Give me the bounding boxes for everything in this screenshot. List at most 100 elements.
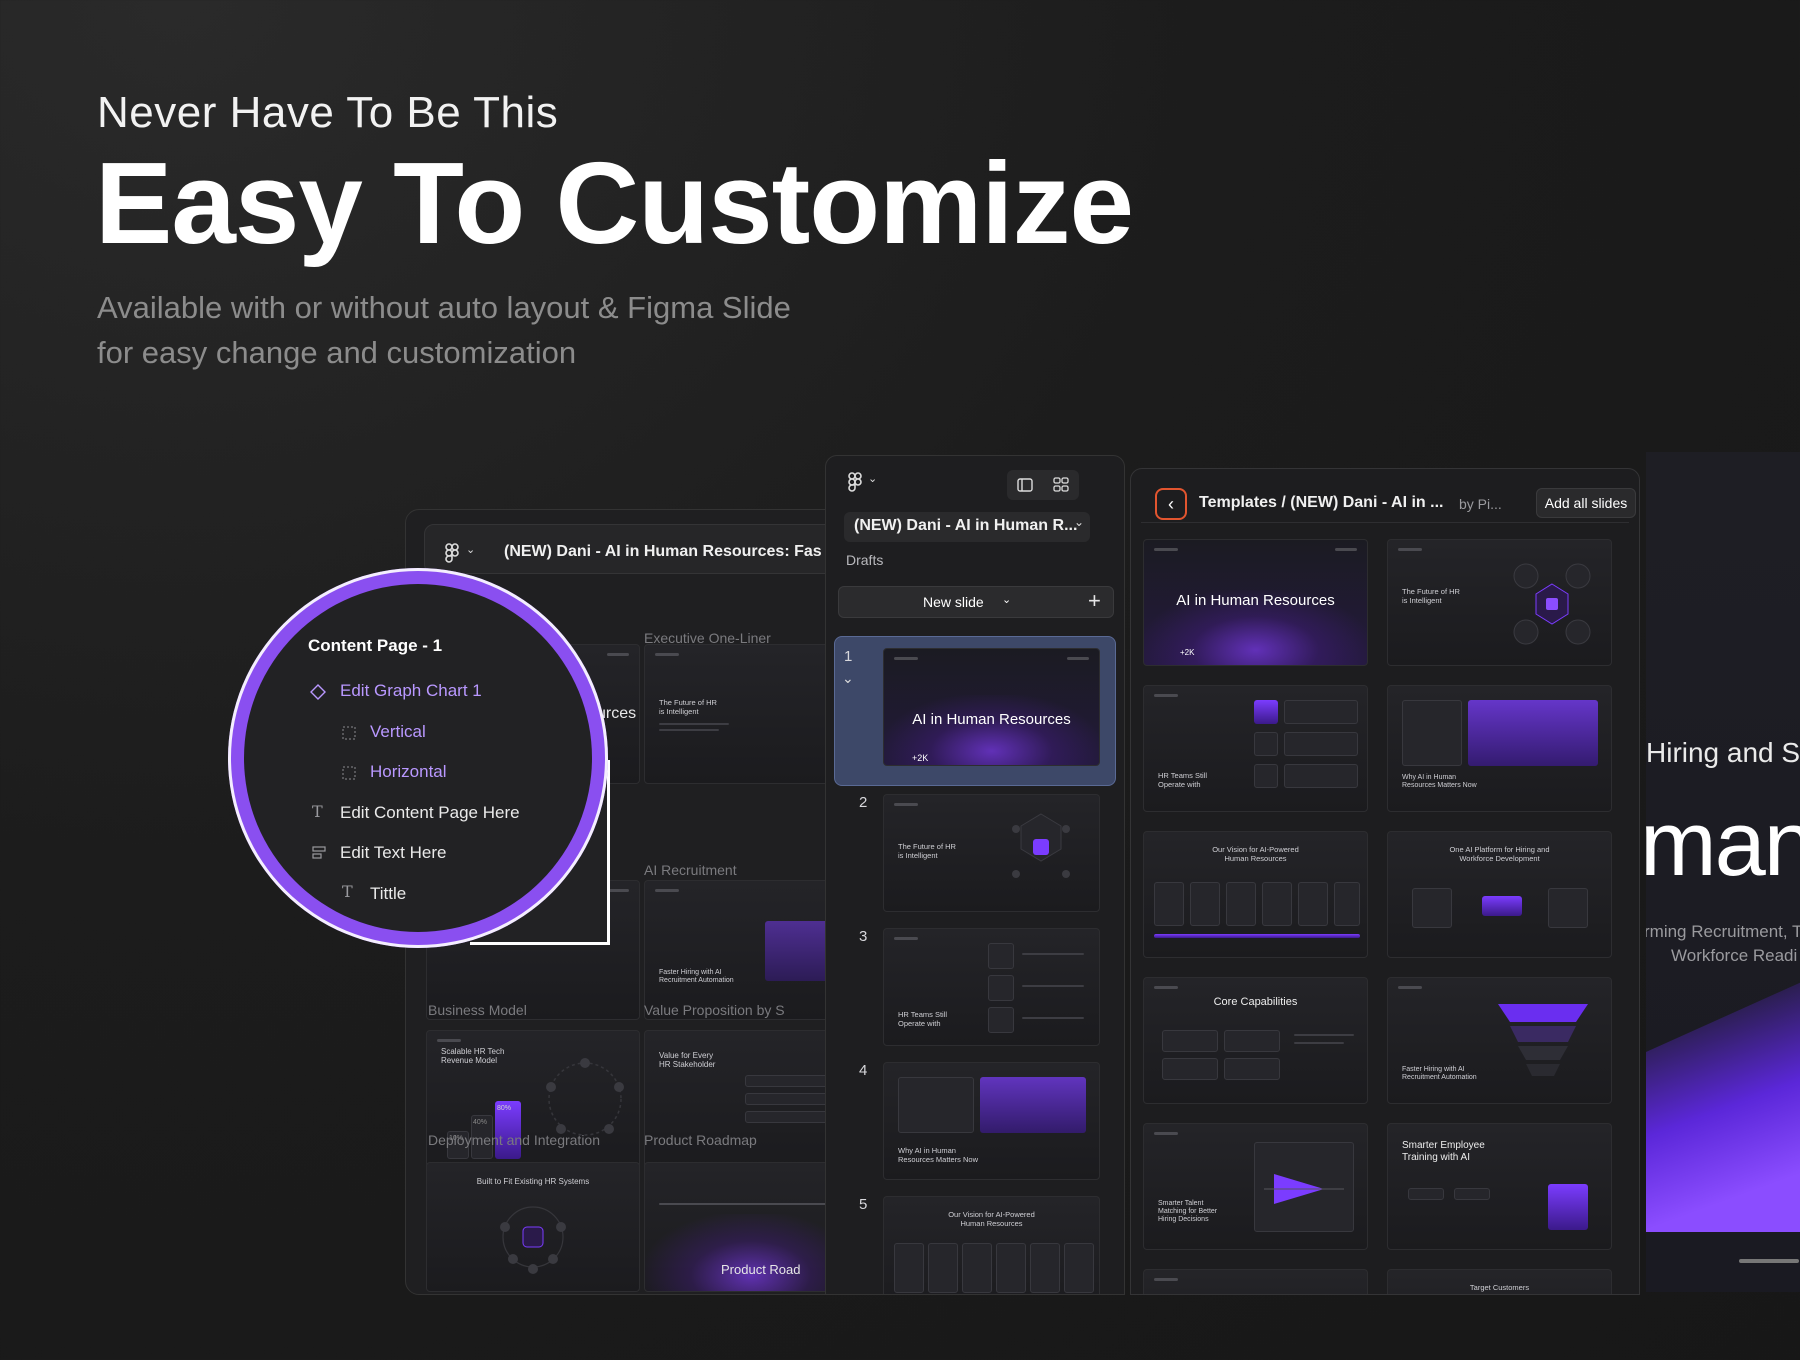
template-stat: +2K	[1180, 648, 1195, 657]
slide-title: Our Vision for AI-Powered Human Resource…	[948, 1210, 1035, 1228]
thumb-title: Scalable HR Tech Revenue Model	[441, 1047, 505, 1066]
slide-title: HR Teams Still Operate with	[898, 1010, 948, 1028]
slide-title: Why AI in Human Resources Matters Now	[898, 1146, 979, 1164]
slide-thumb[interactable]: Scalable HR Tech Revenue Model 80% 40% 1…	[426, 1030, 640, 1170]
layer-vertical[interactable]: Vertical	[370, 722, 426, 742]
bar-label: 80%	[497, 1105, 512, 1112]
template-thumb[interactable]: One AI Platform for Hiring and Workforce…	[1387, 831, 1612, 958]
layer-tittle[interactable]: Tittle	[370, 884, 406, 904]
template-thumb[interactable]: HR Teams Still Operate with	[1143, 685, 1368, 812]
figma-logo-icon[interactable]	[441, 543, 463, 565]
slide-heading-small: Hiring and S	[1646, 737, 1800, 768]
layer-content-page[interactable]: Content Page - 1	[308, 636, 442, 656]
add-all-slides-button[interactable]: Add all slides	[1536, 488, 1636, 518]
slide-number: 1	[844, 648, 853, 665]
section-label: Product Roadmap	[644, 1132, 757, 1148]
hero-subtitle-line1: Available with or without auto layout & …	[97, 290, 791, 325]
slide-thumb[interactable]: Our Vision for AI-Powered Human Resource…	[883, 1196, 1100, 1294]
slides-panel: ⌄ (NEW) Dani - AI in Human R... ⌄ Drafts…	[825, 455, 1125, 1295]
drafts-label: Drafts	[846, 552, 884, 568]
template-title: HR Teams Still Operate with	[1158, 771, 1208, 789]
layer-edit-text[interactable]: Edit Text Here	[340, 843, 446, 863]
section-label: Deployment and Integration	[428, 1132, 600, 1148]
thumb-title: Product Road	[721, 1262, 801, 1277]
template-title: Faster Hiring with AI Recruitment Automa…	[1402, 1066, 1477, 1082]
template-thumb[interactable]: Smarter Employee Training with AI	[1387, 1123, 1612, 1250]
section-label: AI Recruitment	[644, 862, 737, 878]
template-thumb[interactable]: Target Customers	[1387, 1269, 1612, 1294]
layer-horizontal[interactable]: Horizontal	[370, 762, 447, 782]
slide-number: 2	[859, 794, 868, 811]
layer-graph-chart[interactable]: Edit Graph Chart 1	[340, 681, 482, 701]
template-thumb[interactable]: AI in Human Resources +2K	[1143, 539, 1368, 666]
slide-number: 4	[859, 1062, 868, 1079]
chevron-down-icon[interactable]: ⌄	[1002, 593, 1011, 606]
template-thumb[interactable]: Our Vision for AI-Powered Human Resource…	[1143, 831, 1368, 958]
slide-heading-large: man	[1646, 793, 1800, 895]
single-view-icon[interactable]	[1016, 476, 1034, 494]
slide-glow-decoration	[1646, 962, 1800, 1232]
template-title: Our Vision for AI-Powered Human Resource…	[1212, 845, 1299, 863]
templates-header: ‹ Templates / (NEW) Dani - AI in ... by …	[1141, 479, 1636, 523]
template-title: Smarter Talent Matching for Better Hirin…	[1158, 1200, 1218, 1224]
thumb-title: Built to Fit Existing HR Systems	[476, 1177, 590, 1186]
figma-logo-icon[interactable]	[844, 472, 866, 494]
slide-subtitle-line2: Workforce Readi	[1671, 946, 1798, 965]
template-title: AI in Human Resources	[1176, 592, 1335, 609]
templates-breadcrumb: Templates / (NEW) Dani - AI in ...	[1199, 494, 1444, 511]
slide-thumb[interactable]: Built to Fit Existing HR Systems	[426, 1162, 640, 1292]
slide-number: 5	[859, 1196, 868, 1213]
scrollbar[interactable]	[1739, 1259, 1799, 1263]
left-file-title: (NEW) Dani - AI in Human Resources: Fas	[504, 543, 822, 560]
component-icon	[310, 684, 326, 700]
slide-thumb[interactable]: Value for Every HR Stakeholder	[644, 1030, 844, 1170]
hero-title: Easy To Customize	[95, 138, 1134, 268]
thumb-title: Value for Every HR Stakeholder	[659, 1051, 716, 1070]
layer-content-text[interactable]: Edit Content Page Here	[340, 803, 520, 823]
slide-thumb[interactable]: The Future of HR is Intelligent	[644, 644, 844, 784]
slide-title: The Future of HR is Intelligent	[898, 842, 956, 860]
slide-thumb[interactable]: Why AI in Human Resources Matters Now	[883, 1062, 1100, 1180]
text-icon: T	[312, 802, 323, 821]
section-label: Value Proposition by S	[644, 1002, 785, 1018]
template-thumb[interactable]: Why AI in Human Resources Matters Now	[1387, 685, 1612, 812]
frame-dashed-icon	[342, 766, 356, 780]
slide-title: AI in Human Resources	[912, 711, 1071, 728]
slide-thumb[interactable]: Faster Hiring with AI Recruitment Automa…	[644, 880, 844, 1020]
templates-panel: ‹ Templates / (NEW) Dani - AI in ... by …	[1130, 468, 1640, 1295]
hero-subtitle-line2: for easy change and customization	[97, 335, 577, 370]
template-title: Smarter Employee Training with AI	[1402, 1140, 1485, 1163]
template-thumb[interactable]: The Future of HR is Intelligent	[1387, 539, 1612, 666]
slide-thumb[interactable]: The Future of HR is Intelligent	[883, 794, 1100, 912]
thumb-title: Faster Hiring with AI Recruitment Automa…	[659, 969, 734, 985]
template-title: One AI Platform for Hiring and Workforce…	[1449, 845, 1550, 863]
layers-zoom-panel: Content Page - 1 Edit Graph Chart 1 Vert…	[244, 584, 592, 932]
text-icon: T	[342, 882, 353, 901]
template-title: The Future of HR is Intelligent	[1402, 587, 1460, 605]
template-thumb[interactable]: Faster Hiring with AI Recruitment Automa…	[1387, 977, 1612, 1104]
template-thumb[interactable]: Core Capabilities	[1143, 977, 1368, 1104]
slide-number: 3	[859, 928, 868, 945]
slide-stat: +2K	[912, 753, 929, 763]
templates-author: by Pi...	[1459, 496, 1502, 512]
hero-subtitle: Available with or without auto layout & …	[97, 285, 857, 375]
template-thumb[interactable]: Smarter Talent Matching for Better Hirin…	[1143, 1123, 1368, 1250]
back-button[interactable]: ‹	[1155, 488, 1187, 520]
add-slide-plus-icon[interactable]: +	[1088, 587, 1101, 615]
slide-thumb[interactable]: Product Road	[644, 1162, 844, 1292]
grid-view-icon[interactable]	[1052, 476, 1070, 494]
chevron-down-icon[interactable]: ⌄	[842, 670, 854, 687]
slide-subtitle-line1: rming Recruitment, T	[1646, 922, 1800, 941]
hero-kicker: Never Have To Be This	[97, 88, 559, 137]
chevron-down-icon[interactable]: ⌄	[466, 543, 475, 556]
template-thumb[interactable]	[1143, 1269, 1368, 1294]
new-slide-label: New slide	[923, 594, 984, 610]
frame-dashed-icon	[342, 726, 356, 740]
bar-label: 40%	[473, 1119, 488, 1126]
chevron-down-icon[interactable]: ⌄	[868, 472, 877, 485]
slide-thumb[interactable]: AI in Human Resources +2K	[883, 648, 1100, 766]
template-title: Why AI in Human Resources Matters Now	[1402, 774, 1477, 790]
chevron-down-icon[interactable]: ⌄	[1074, 515, 1084, 529]
thumb-title: The Future of HR is Intelligent	[659, 698, 717, 716]
slide-thumb[interactable]: HR Teams Still Operate with	[883, 928, 1100, 1046]
